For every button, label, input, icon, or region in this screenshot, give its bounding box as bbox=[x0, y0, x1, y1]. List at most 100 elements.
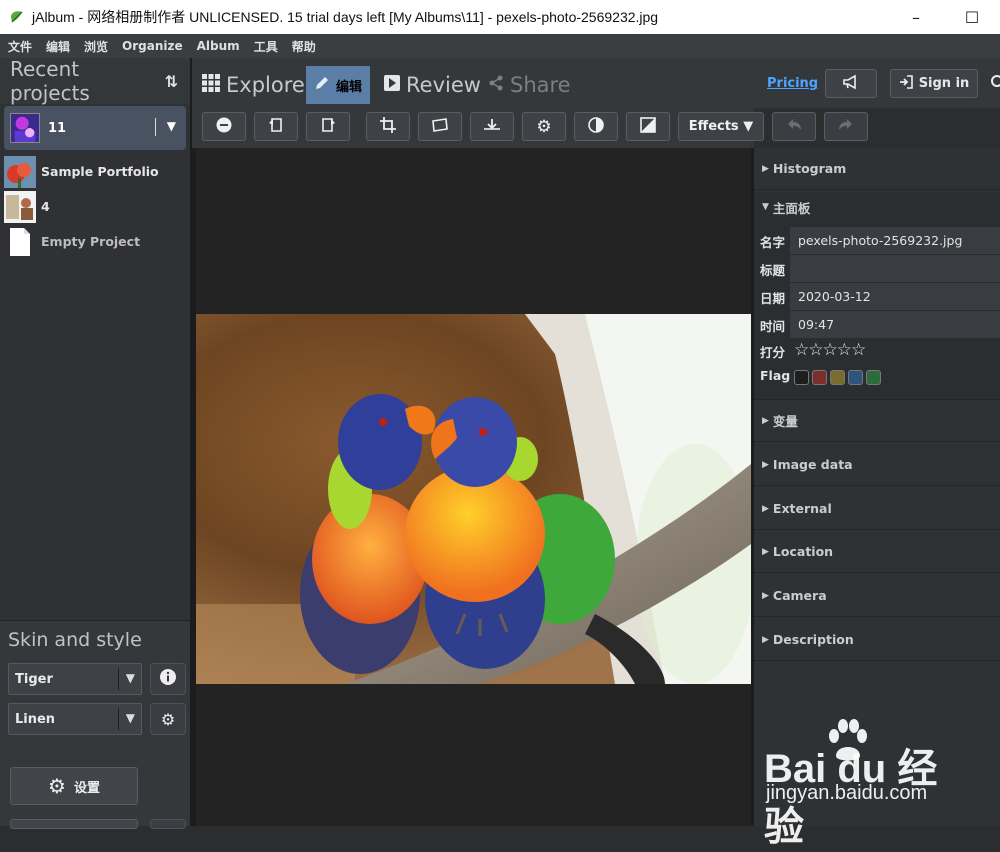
sign-in-button[interactable]: Sign in bbox=[890, 69, 978, 98]
time-field[interactable]: 09:47 bbox=[790, 310, 1000, 338]
section-main-header[interactable]: ▼ 主面板 bbox=[754, 192, 1000, 222]
remove-icon bbox=[216, 117, 232, 137]
edit-toolbar: ⚙ Effects ▼ bbox=[192, 108, 868, 148]
rating-stars[interactable]: ☆☆☆☆☆ bbox=[794, 340, 866, 360]
project-name: 4 bbox=[41, 199, 50, 214]
effects-dropdown[interactable]: Effects ▼ bbox=[678, 112, 764, 141]
gear-icon: ⚙ bbox=[160, 709, 176, 729]
tab-explore[interactable]: Explore bbox=[202, 66, 305, 104]
skin-select[interactable]: Tiger ▼ bbox=[8, 663, 142, 695]
redo-icon bbox=[838, 118, 854, 136]
redo-button[interactable] bbox=[824, 112, 868, 141]
name-field[interactable]: pexels-photo-2569232.jpg bbox=[790, 226, 1000, 254]
tab-edit-label: 编辑 bbox=[336, 79, 363, 95]
section-external[interactable]: ▶ External bbox=[754, 488, 1000, 530]
straighten-button[interactable] bbox=[418, 112, 462, 141]
section-description[interactable]: ▶ Description bbox=[754, 619, 1000, 661]
adjust-button[interactable]: ⚙ bbox=[522, 112, 566, 141]
prop-row-rating: 打分 ☆☆☆☆☆ bbox=[754, 338, 1000, 366]
flag-green[interactable] bbox=[866, 370, 881, 385]
triangle-right-icon: ▶ bbox=[762, 546, 769, 557]
tab-share[interactable]: Share bbox=[488, 66, 571, 104]
flag-red[interactable] bbox=[812, 370, 827, 385]
project-item-empty-project[interactable]: Empty Project bbox=[0, 224, 190, 259]
section-image-data[interactable]: ▶ Image data bbox=[754, 444, 1000, 486]
prop-row-name: 名字 pexels-photo-2569232.jpg bbox=[754, 226, 1000, 254]
recent-projects-title: Recent projects bbox=[10, 57, 90, 105]
minimize-button[interactable]: – bbox=[888, 0, 944, 34]
sign-in-icon bbox=[899, 74, 913, 93]
project-item-4[interactable]: 4 bbox=[0, 189, 190, 224]
flag-none[interactable] bbox=[794, 370, 809, 385]
chevron-down-icon: ▼ bbox=[125, 711, 135, 725]
section-variables[interactable]: ▶ 变量 bbox=[754, 400, 1000, 442]
exposure-button[interactable] bbox=[626, 112, 670, 141]
maximize-button[interactable]: ☐ bbox=[944, 0, 1000, 34]
contrast-icon bbox=[588, 116, 604, 137]
sort-icon[interactable]: ⇅ bbox=[165, 72, 178, 91]
photo-preview bbox=[195, 314, 751, 684]
section-histogram-label: Histogram bbox=[772, 161, 847, 176]
prop-row-flag: Flag bbox=[754, 364, 1000, 392]
crop-button[interactable] bbox=[366, 112, 410, 141]
settings-button[interactable]: ⚙ 设置 bbox=[10, 767, 138, 805]
search-icon[interactable] bbox=[990, 74, 1000, 92]
image-viewer[interactable] bbox=[195, 148, 751, 826]
current-project-selector[interactable]: 11 ▼ bbox=[4, 106, 186, 150]
chevron-down-icon[interactable]: ▼ bbox=[167, 119, 176, 133]
menu-tools[interactable]: 工具 bbox=[254, 38, 278, 55]
triangle-right-icon: ▶ bbox=[762, 634, 769, 645]
info-icon bbox=[159, 668, 177, 690]
crop-icon bbox=[380, 116, 396, 137]
section-main-label: 主面板 bbox=[772, 200, 811, 216]
straighten-icon bbox=[431, 117, 449, 137]
time-label: 时间 bbox=[760, 319, 786, 334]
section-camera[interactable]: ▶ Camera bbox=[754, 575, 1000, 617]
section-location[interactable]: ▶ Location bbox=[754, 531, 1000, 573]
megaphone-icon bbox=[842, 74, 860, 94]
current-project-thumbnail bbox=[10, 113, 40, 143]
menu-help[interactable]: 帮助 bbox=[292, 38, 316, 55]
date-field[interactable]: 2020-03-12 bbox=[790, 282, 1000, 310]
style-select[interactable]: Linen ▼ bbox=[8, 703, 142, 735]
tab-share-label: Share bbox=[510, 73, 571, 97]
menu-album[interactable]: Album bbox=[197, 39, 240, 53]
sample-portfolio-thumbnail bbox=[4, 155, 36, 188]
tab-edit[interactable]: 编辑 bbox=[306, 66, 371, 104]
section-histogram[interactable]: ▶ Histogram bbox=[754, 148, 1000, 190]
bottom-square-button[interactable] bbox=[150, 819, 186, 829]
skin-value: Tiger bbox=[15, 671, 53, 687]
menu-edit[interactable]: 编辑 bbox=[46, 38, 70, 55]
left-splitter[interactable] bbox=[192, 148, 196, 826]
announcements-button[interactable] bbox=[825, 69, 877, 98]
grid-icon bbox=[202, 73, 220, 97]
flag-blue[interactable] bbox=[848, 370, 863, 385]
style-settings-button[interactable]: ⚙ bbox=[150, 703, 186, 735]
title-field[interactable] bbox=[790, 254, 1000, 282]
chevron-down-icon: ▼ bbox=[125, 671, 135, 685]
pricing-link[interactable]: Pricing bbox=[767, 76, 818, 91]
rotate-right-button[interactable] bbox=[306, 112, 350, 141]
empty-document-icon bbox=[10, 227, 30, 256]
undo-button[interactable] bbox=[772, 112, 816, 141]
menu-bar: 文件 编辑 浏览 Organize Album 工具 帮助 bbox=[0, 34, 1000, 58]
title-label: 标题 bbox=[760, 263, 786, 278]
tab-review[interactable]: Review bbox=[384, 66, 481, 104]
bottom-button[interactable] bbox=[10, 819, 138, 829]
skin-info-button[interactable] bbox=[150, 663, 186, 695]
triangle-right-icon: ▶ bbox=[762, 163, 769, 174]
contrast-button[interactable] bbox=[574, 112, 618, 141]
flag-yellow[interactable] bbox=[830, 370, 845, 385]
tab-explore-label: Explore bbox=[226, 73, 305, 97]
play-icon bbox=[384, 74, 400, 96]
project-name: Sample Portfolio bbox=[41, 164, 159, 179]
project-item-sample-portfolio[interactable]: Sample Portfolio bbox=[0, 154, 190, 189]
remove-button[interactable] bbox=[202, 112, 246, 141]
undo-icon bbox=[786, 118, 802, 136]
level-button[interactable] bbox=[470, 112, 514, 141]
menu-organize[interactable]: Organize bbox=[122, 39, 183, 53]
mode-tabs-bar: Explore 编辑 Review Share Pricing Sign in bbox=[192, 58, 1000, 108]
menu-file[interactable]: 文件 bbox=[8, 38, 32, 55]
menu-view[interactable]: 浏览 bbox=[84, 38, 108, 55]
rotate-left-button[interactable] bbox=[254, 112, 298, 141]
